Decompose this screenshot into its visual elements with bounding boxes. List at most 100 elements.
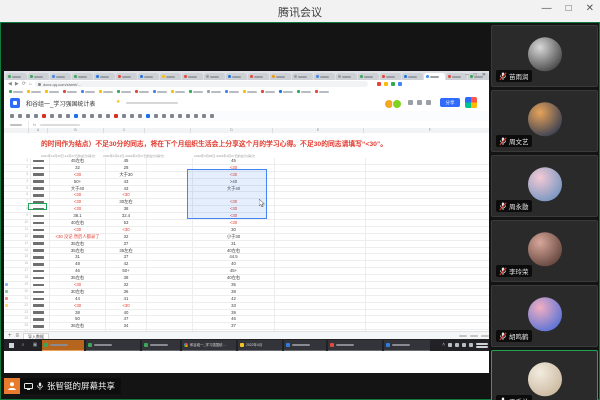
empty-cell[interactable] <box>366 261 489 267</box>
bookmark-item[interactable] <box>315 90 329 93</box>
bookmark-item[interactable] <box>243 90 257 93</box>
participant-tile[interactable]: 王香兰 <box>491 350 598 400</box>
score-cell-c[interactable]: 36 <box>106 288 147 295</box>
empty-cell[interactable] <box>275 206 366 213</box>
score-cell-c[interactable]: 43 <box>106 178 147 185</box>
table-row[interactable]: 24 50 47 46 <box>4 316 489 324</box>
name-cell[interactable] <box>31 185 50 192</box>
toolbar-icon[interactable] <box>58 114 62 118</box>
table-row[interactable]: 16 48 42 40 <box>4 261 489 269</box>
gap-cell[interactable] <box>147 323 193 330</box>
empty-cell[interactable] <box>366 268 489 274</box>
empty-cell[interactable] <box>275 171 366 178</box>
score-cell-c[interactable]: 32.4 <box>106 213 147 220</box>
score-cell-b[interactable]: <30 <box>50 199 106 206</box>
empty-cell[interactable] <box>366 158 489 164</box>
empty-cell[interactable] <box>275 295 366 302</box>
empty-cell[interactable] <box>366 296 489 302</box>
bookmark-item[interactable] <box>225 90 239 93</box>
score-cell-c[interactable]: 28 <box>106 164 147 171</box>
minimize-button[interactable]: — <box>542 3 552 14</box>
browser-tab[interactable] <box>336 73 357 80</box>
table-row[interactable]: 19 <30 32 35 <box>4 282 489 289</box>
toolbar-icon[interactable] <box>138 114 142 118</box>
score-cell-b[interactable]: <30 <box>50 171 106 178</box>
empty-cell[interactable] <box>366 310 489 316</box>
toolbar-icon[interactable] <box>154 114 158 118</box>
gap-cell[interactable] <box>147 254 193 261</box>
bookmark-item[interactable] <box>99 90 113 93</box>
tray-icon[interactable] <box>455 343 459 347</box>
name-cell[interactable] <box>31 240 50 247</box>
extension-icon[interactable] <box>390 82 395 86</box>
empty-cell[interactable] <box>366 254 489 260</box>
toolbar-icon[interactable] <box>42 114 46 118</box>
browser-tab[interactable] <box>160 73 181 80</box>
score-cell-b[interactable]: 46 <box>50 268 106 275</box>
browser-minimize-icon[interactable]: ─ <box>465 72 469 78</box>
score-cell-d[interactable]: 31 <box>193 240 275 247</box>
name-cell[interactable] <box>31 282 50 288</box>
gap-cell[interactable] <box>147 268 193 275</box>
bookmark-item[interactable] <box>27 90 41 93</box>
name-cell[interactable] <box>31 158 50 164</box>
system-tray[interactable]: ˄ <box>442 342 489 348</box>
browser-tab[interactable] <box>424 73 445 80</box>
name-cell[interactable] <box>31 213 50 220</box>
empty-cell[interactable] <box>366 227 489 233</box>
taskbar-window-button[interactable] <box>42 339 84 351</box>
gap-cell[interactable] <box>147 309 193 316</box>
empty-cell[interactable] <box>275 158 366 164</box>
extension-icon[interactable] <box>376 82 381 86</box>
score-cell-c[interactable]: 50+ <box>106 268 147 275</box>
name-cell[interactable] <box>31 295 50 302</box>
extension-icon[interactable] <box>383 82 388 86</box>
empty-cell[interactable] <box>366 289 489 295</box>
formula-value[interactable] <box>40 123 81 126</box>
bookmark-item[interactable] <box>45 90 59 93</box>
score-cell-d[interactable]: 46 <box>193 316 275 323</box>
empty-cell[interactable] <box>275 254 366 261</box>
bookmark-item[interactable] <box>279 90 293 93</box>
empty-cell[interactable] <box>275 185 366 192</box>
toolbar-icon[interactable] <box>82 114 86 118</box>
score-cell-c[interactable]: 43 <box>106 185 147 192</box>
gap-cell[interactable] <box>147 240 193 247</box>
browser-tab[interactable] <box>292 73 313 80</box>
name-cell[interactable] <box>31 164 50 171</box>
gap-cell[interactable] <box>147 233 193 240</box>
score-cell-b[interactable]: 50+ <box>50 178 106 185</box>
score-cell-c[interactable]: 37 <box>106 254 147 261</box>
doc-title[interactable]: 和谷组一_学习强国统计表 <box>26 99 95 108</box>
score-cell-b[interactable]: 31 <box>50 254 106 261</box>
score-cell-d[interactable]: 44.5 <box>193 254 275 261</box>
score-cell-b[interactable]: 50 <box>50 316 106 323</box>
empty-cell[interactable] <box>275 302 366 309</box>
score-cell-c[interactable]: 38 <box>106 275 147 282</box>
empty-cell[interactable] <box>366 165 489 171</box>
bookmark-item[interactable] <box>9 90 23 93</box>
empty-cell[interactable] <box>275 323 366 330</box>
browser-close-icon[interactable]: ✕ <box>482 72 486 78</box>
gap-cell[interactable] <box>147 226 193 233</box>
url-omnibox[interactable]: docs.qq.com/sheet/… <box>34 81 368 87</box>
toolbar-icon[interactable] <box>18 114 22 118</box>
toolbar-icon[interactable] <box>50 114 54 118</box>
score-cell-d[interactable]: 35 <box>193 282 275 288</box>
table-row[interactable]: 12 <30 没记 然后人都录了 32 小于30 <box>4 233 489 241</box>
empty-cell[interactable] <box>366 220 489 226</box>
table-row[interactable]: 20 30左右 36 38 <box>4 288 489 296</box>
cell-reference-box[interactable] <box>4 121 29 128</box>
empty-cell[interactable] <box>275 275 366 282</box>
score-cell-d[interactable]: 40 <box>193 261 275 268</box>
taskbar-window-button[interactable] <box>384 339 430 351</box>
score-cell-d[interactable]: 45 <box>193 158 275 164</box>
name-cell[interactable] <box>31 178 50 185</box>
score-cell-b[interactable]: <30 没记 然后人都录了 <box>50 233 106 240</box>
score-cell-c[interactable]: 34 <box>106 323 147 330</box>
empty-cell[interactable] <box>275 247 366 254</box>
score-cell-b[interactable]: 大于40 <box>50 185 106 192</box>
empty-cell[interactable] <box>366 186 489 192</box>
empty-cell[interactable] <box>275 288 366 295</box>
cell-selection-range[interactable] <box>187 169 267 219</box>
